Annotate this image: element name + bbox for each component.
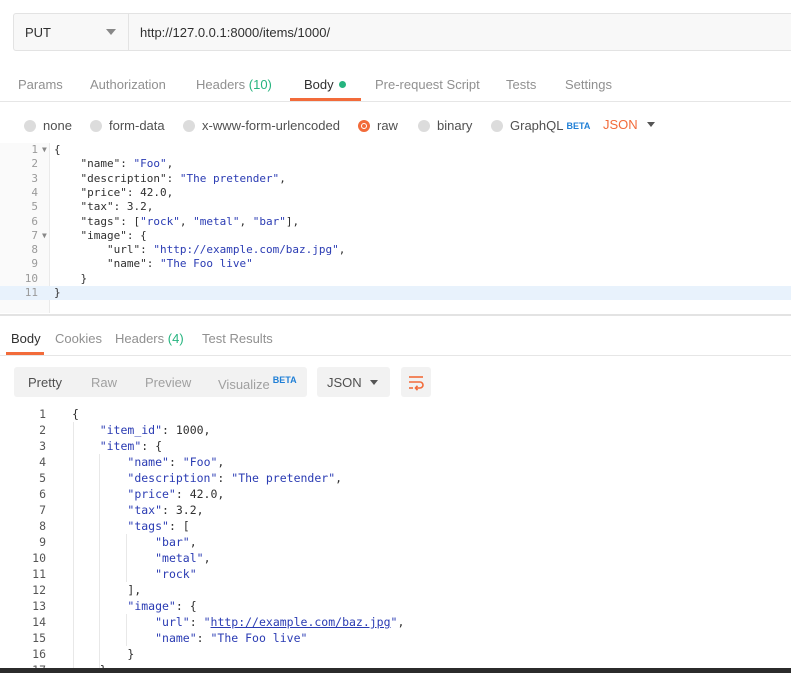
fold-arrow-icon[interactable]: ▼ bbox=[42, 143, 47, 157]
response-line: 3 "item": { bbox=[39, 439, 163, 453]
beta-badge: BETA bbox=[272, 375, 297, 385]
response-line: 8 "tags": [ bbox=[39, 519, 190, 533]
radio-icon bbox=[418, 119, 430, 132]
tab-tests[interactable]: Tests bbox=[506, 77, 536, 92]
view-visualize-button[interactable]: Visualize BETA bbox=[218, 375, 297, 392]
radio-raw[interactable]: raw bbox=[358, 118, 398, 133]
radio-icon bbox=[90, 119, 102, 132]
radio-icon bbox=[24, 119, 36, 132]
response-line: 5 "description": "The pretender", bbox=[39, 471, 343, 485]
editor-line: 6 "tags": ["rock", "metal", "bar"], bbox=[31, 214, 300, 228]
radio-x-www-form-urlencoded[interactable]: x-www-form-urlencoded bbox=[183, 118, 340, 133]
response-line: 15 "name": "The Foo live" bbox=[32, 631, 308, 645]
beta-badge: BETA bbox=[566, 120, 591, 131]
tab-settings[interactable]: Settings bbox=[565, 77, 612, 92]
tab-headers[interactable]: Headers (10) bbox=[196, 77, 272, 92]
response-tab-cookies[interactable]: Cookies bbox=[55, 331, 102, 346]
chevron-down-icon bbox=[106, 29, 116, 35]
response-tab-test-results[interactable]: Test Results bbox=[202, 331, 273, 346]
headers-count: (10) bbox=[248, 77, 272, 92]
response-line: 1{ bbox=[39, 407, 79, 421]
editor-line-current: 11} bbox=[0, 286, 791, 301]
window-bottom-edge bbox=[0, 668, 791, 673]
response-line: 12 ], bbox=[32, 583, 142, 597]
active-response-tab-indicator bbox=[6, 352, 44, 355]
radio-form-data[interactable]: form-data bbox=[90, 118, 165, 133]
editor-line: 5 "tax": 3.2, bbox=[31, 200, 154, 214]
chevron-down-icon bbox=[370, 380, 378, 385]
response-line: 14 "url": "http://example.com/baz.jpg", bbox=[32, 615, 405, 629]
tab-params[interactable]: Params bbox=[18, 77, 63, 92]
response-line: 9 "bar", bbox=[39, 535, 197, 549]
radio-icon bbox=[491, 119, 503, 132]
chevron-down-icon bbox=[647, 122, 655, 127]
pane-divider[interactable] bbox=[0, 314, 791, 316]
radio-selected-icon bbox=[358, 119, 370, 132]
tab-pre-request-script[interactable]: Pre-request Script bbox=[375, 77, 480, 92]
response-format-select[interactable]: JSON bbox=[317, 367, 390, 397]
view-raw-button[interactable]: Raw bbox=[91, 375, 117, 390]
editor-line: 2 "name": "Foo", bbox=[31, 157, 174, 171]
editor-line: 1 ▼{ bbox=[31, 143, 61, 157]
response-line: 11 "rock" bbox=[32, 567, 197, 581]
tab-authorization[interactable]: Authorization bbox=[90, 77, 166, 92]
url-text: http://127.0.0.1:8000/items/1000/ bbox=[140, 24, 331, 40]
response-tab-body[interactable]: Body bbox=[11, 331, 41, 346]
response-tab-headers[interactable]: Headers (4) bbox=[115, 331, 184, 346]
url-input[interactable]: http://127.0.0.1:8000/items/1000/ bbox=[129, 13, 791, 51]
wrap-lines-icon bbox=[409, 376, 424, 391]
raw-format-select[interactable]: JSON bbox=[603, 117, 655, 132]
radio-none[interactable]: none bbox=[24, 118, 72, 133]
request-tabs: Params Authorization Headers (10) Body P… bbox=[0, 70, 791, 102]
response-line: 4 "name": "Foo", bbox=[39, 455, 225, 469]
editor-line: 8 "url": "http://example.com/baz.jpg", bbox=[31, 243, 346, 257]
radio-binary[interactable]: binary bbox=[418, 118, 472, 133]
response-body-viewer[interactable]: 1{ 2 "item_id": 1000, 3 "item": { 4 "nam… bbox=[0, 406, 791, 668]
response-format-label: JSON bbox=[327, 375, 362, 390]
response-line: 10 "metal", bbox=[32, 551, 211, 565]
method-label: PUT bbox=[25, 24, 51, 40]
response-headers-count: (4) bbox=[167, 331, 184, 346]
body-type-options: none form-data x-www-form-urlencoded raw… bbox=[0, 112, 791, 140]
response-line: 6 "price": 42.0, bbox=[39, 487, 225, 501]
active-tab-indicator bbox=[290, 98, 361, 101]
fold-arrow-icon[interactable]: ▼ bbox=[42, 229, 47, 243]
view-pretty-button[interactable]: Pretty bbox=[28, 375, 62, 390]
response-line: 2 "item_id": 1000, bbox=[39, 423, 211, 437]
request-body-editor[interactable]: 1 ▼{ 2 "name": "Foo", 3 "description": "T… bbox=[0, 143, 791, 313]
response-tabs: Body Cookies Headers (4) Test Results bbox=[0, 322, 791, 356]
modified-dot-icon bbox=[338, 81, 346, 88]
editor-line: 7 ▼ "image": { bbox=[31, 228, 147, 243]
view-preview-button[interactable]: Preview bbox=[145, 375, 191, 390]
editor-line: 9 "name": "The Foo live" bbox=[31, 257, 253, 271]
radio-graphql[interactable]: GraphQL BETA bbox=[491, 118, 590, 133]
editor-line: 10 } bbox=[24, 271, 88, 285]
editor-line: 4 "price": 42.0, bbox=[31, 185, 174, 199]
method-select[interactable]: PUT bbox=[13, 13, 129, 51]
radio-icon bbox=[183, 119, 195, 132]
response-line: 16 } bbox=[32, 647, 135, 661]
tab-body[interactable]: Body bbox=[304, 77, 346, 92]
wrap-lines-button[interactable] bbox=[401, 367, 431, 397]
raw-format-label: JSON bbox=[603, 117, 638, 132]
request-bar: PUT http://127.0.0.1:8000/items/1000/ bbox=[0, 0, 791, 64]
view-mode-toolbar: Pretty Raw Preview Visualize BETA bbox=[14, 367, 307, 397]
editor-line: 3 "description": "The pretender", bbox=[31, 171, 286, 185]
response-line: 13 "image": { bbox=[32, 599, 197, 613]
response-line: 7 "tax": 3.2, bbox=[39, 503, 204, 517]
